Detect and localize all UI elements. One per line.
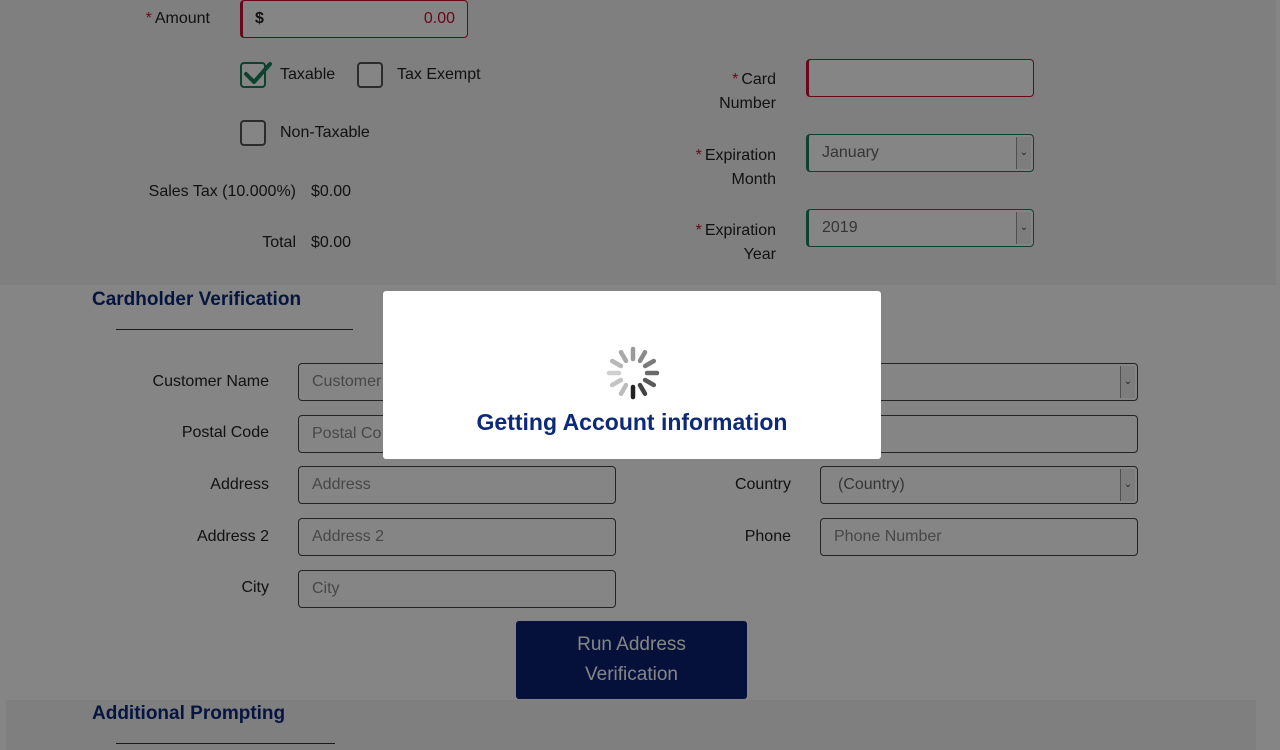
loading-spinner-icon	[606, 346, 660, 400]
loading-dialog: Getting Account information	[383, 291, 881, 459]
loading-message: Getting Account information	[476, 409, 788, 435]
